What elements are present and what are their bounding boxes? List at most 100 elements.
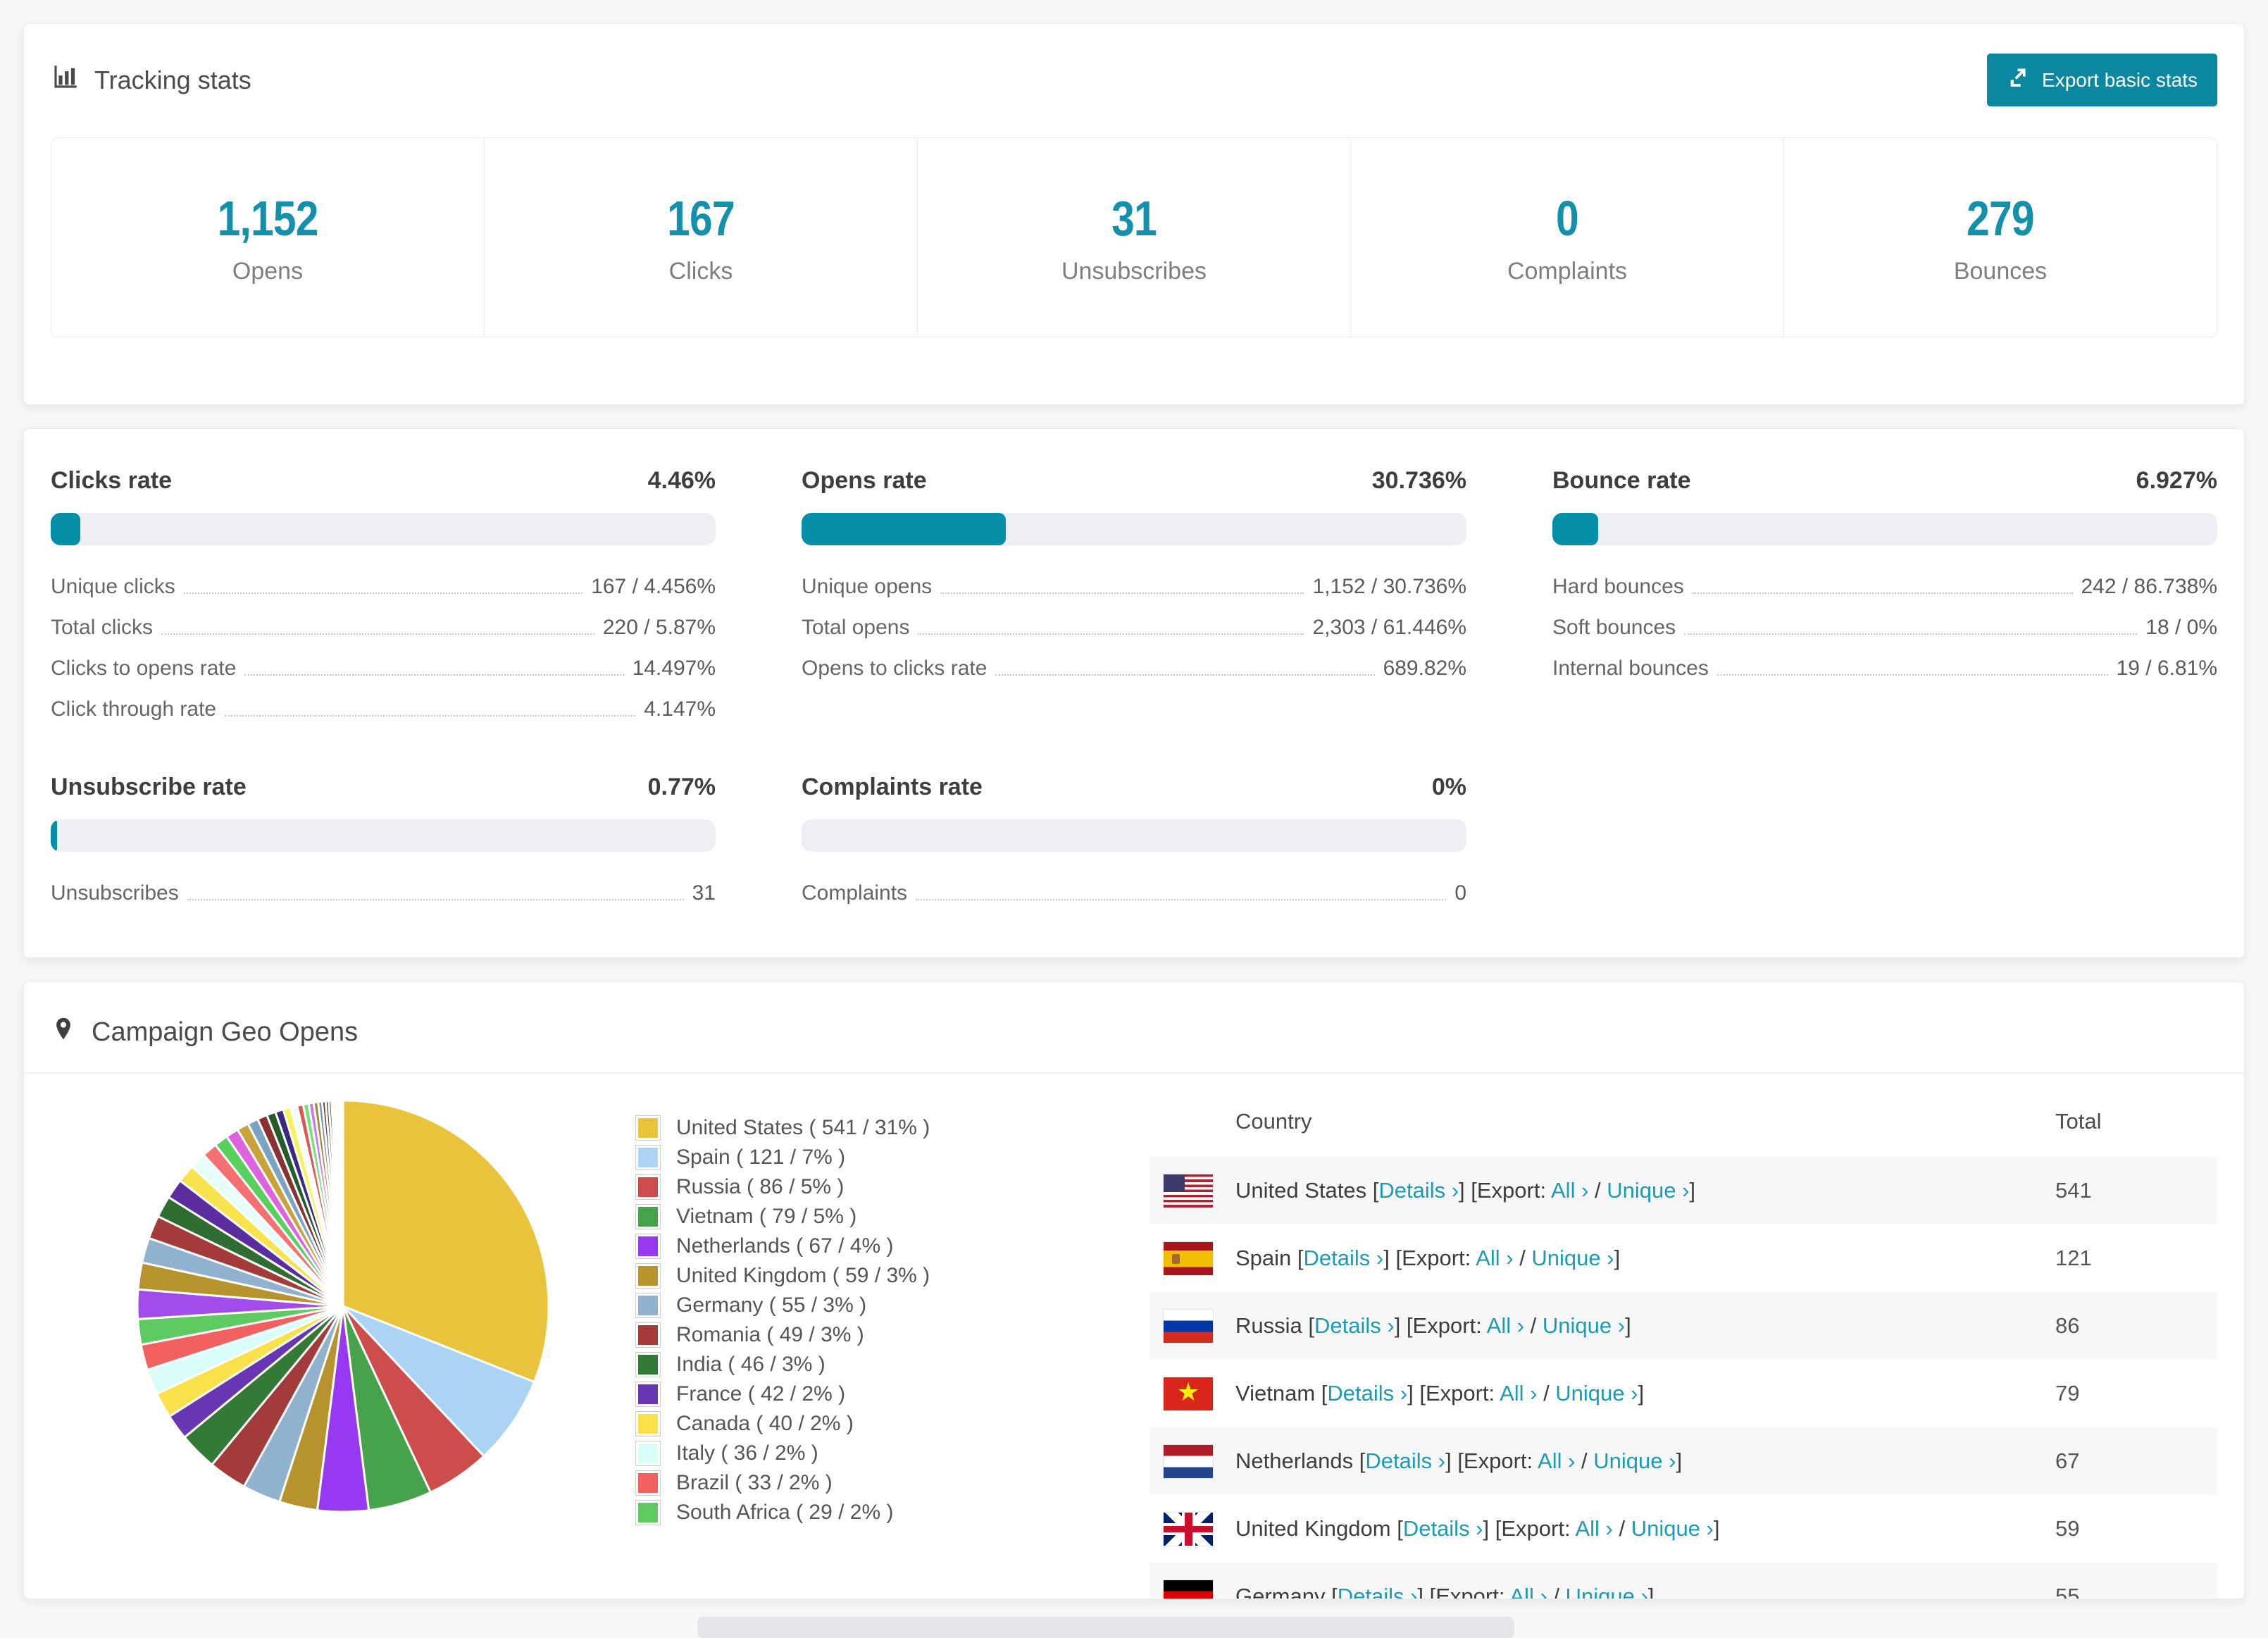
rate-section-header: Complaints rate 0% bbox=[802, 774, 1466, 801]
rate-detail-value: 14.497% bbox=[632, 657, 716, 680]
flag-nl-icon bbox=[1164, 1444, 1213, 1478]
country-cell: Spain [Details ›] [Export: All › / Uniqu… bbox=[1235, 1246, 1621, 1270]
dotted-leader bbox=[995, 674, 1375, 676]
legend-swatch bbox=[635, 1322, 661, 1348]
progress-bar-track bbox=[802, 819, 1466, 852]
rate-detail-value: 4.147% bbox=[644, 697, 716, 721]
table-row: Germany [Details ›] [Export: All › / Uni… bbox=[1149, 1563, 2217, 1599]
country-cell: Vietnam [Details ›] [Export: All › / Uni… bbox=[1235, 1381, 1645, 1406]
progress-bar-track bbox=[802, 513, 1466, 545]
rate-section-title: Clicks rate bbox=[51, 467, 172, 494]
export-unique-link[interactable]: Unique › bbox=[1555, 1381, 1638, 1406]
rates-card: Clicks rate 4.46% Unique clicks 167 / 4.… bbox=[23, 428, 2245, 958]
stat-label: Unsubscribes bbox=[1061, 257, 1207, 285]
total-cell: 121 bbox=[2055, 1246, 2092, 1270]
progress-bar-track bbox=[51, 513, 716, 545]
details-link[interactable]: Details › bbox=[1365, 1448, 1445, 1473]
pie-slice[interactable] bbox=[341, 1099, 344, 1308]
export-all-link[interactable]: All › bbox=[1575, 1516, 1612, 1541]
tracking-stats-card: Tracking stats Export basic stats 1,152 … bbox=[23, 23, 2245, 405]
country-cell: Germany [Details ›] [Export: All › / Uni… bbox=[1235, 1584, 2055, 1599]
legend-swatch bbox=[635, 1293, 661, 1318]
rate-detail-row: Unique opens 1,152 / 30.736% bbox=[802, 566, 1466, 607]
legend-label: United Kingdom ( 59 / 3% ) bbox=[676, 1264, 930, 1287]
export-unique-link[interactable]: Unique › bbox=[1531, 1246, 1614, 1270]
legend-swatch bbox=[635, 1234, 661, 1259]
export-all-link[interactable]: All › bbox=[1509, 1584, 1547, 1599]
rate-detail-label: Soft bounces bbox=[1552, 616, 1676, 639]
country-name: Vietnam bbox=[1235, 1381, 1316, 1406]
details-link[interactable]: Details › bbox=[1378, 1178, 1459, 1203]
stat-label: Opens bbox=[232, 257, 304, 285]
total-cell: 79 bbox=[2055, 1381, 2080, 1406]
details-link[interactable]: Details › bbox=[1314, 1313, 1395, 1338]
flag-us-icon bbox=[1164, 1174, 1213, 1208]
export-unique-link[interactable]: Unique › bbox=[1566, 1584, 1648, 1599]
details-link[interactable]: Details › bbox=[1304, 1246, 1384, 1270]
legend-label: India ( 46 / 3% ) bbox=[676, 1353, 825, 1376]
details-link[interactable]: Details › bbox=[1338, 1584, 1418, 1599]
rate-detail-value: 19 / 6.81% bbox=[2116, 657, 2217, 680]
rate-section: Bounce rate 6.927% Hard bounces 242 / 86… bbox=[1552, 467, 2217, 730]
legend-label: South Africa ( 29 / 2% ) bbox=[676, 1501, 894, 1524]
legend-item: France ( 42 / 2% ) bbox=[635, 1379, 1051, 1409]
geo-table: Country Total United States [Details ›] … bbox=[1149, 1086, 2217, 1599]
export-basic-stats-button[interactable]: Export basic stats bbox=[1987, 54, 2217, 106]
legend-label: Canada ( 40 / 2% ) bbox=[676, 1412, 854, 1435]
export-unique-link[interactable]: Unique › bbox=[1593, 1448, 1676, 1473]
legend-item: Italy ( 36 / 2% ) bbox=[635, 1439, 1051, 1468]
stat-value: 279 bbox=[1967, 190, 2034, 246]
legend-item: India ( 46 / 3% ) bbox=[635, 1350, 1051, 1379]
rate-detail-row: Opens to clicks rate 689.82% bbox=[802, 648, 1466, 689]
details-link[interactable]: Details › bbox=[1403, 1516, 1483, 1541]
rate-detail-row: Unique clicks 167 / 4.456% bbox=[51, 566, 716, 607]
export-all-link[interactable]: All › bbox=[1551, 1178, 1588, 1203]
export-icon bbox=[2007, 66, 2031, 94]
horizontal-scrollbar-thumb[interactable] bbox=[697, 1617, 1514, 1638]
rate-detail-label: Total clicks bbox=[51, 616, 154, 639]
geo-table-header: Country Total bbox=[1149, 1086, 2217, 1157]
rate-detail-row: Click through rate 4.147% bbox=[51, 689, 716, 730]
rate-detail-label: Complaints bbox=[802, 881, 908, 905]
tracking-stats-header: Tracking stats Export basic stats bbox=[51, 54, 2217, 106]
rate-detail-label: Opens to clicks rate bbox=[802, 657, 987, 680]
country-cell: United Kingdom [Details ›] [Export: All … bbox=[1235, 1516, 1720, 1541]
legend-swatch bbox=[635, 1382, 661, 1407]
rate-detail-label: Hard bounces bbox=[1552, 575, 1684, 598]
rate-section-value: 6.927% bbox=[2136, 467, 2217, 494]
rate-detail-label: Clicks to opens rate bbox=[51, 657, 237, 680]
stats-summary: 1,152 Opens 167 Clicks 31 Unsubscribes 0… bbox=[51, 137, 2217, 337]
legend-swatch bbox=[635, 1411, 661, 1437]
dotted-leader bbox=[1684, 633, 2138, 635]
stat-box: 1,152 Opens bbox=[51, 138, 485, 337]
legend-item: United Kingdom ( 59 / 3% ) bbox=[635, 1261, 1051, 1291]
stat-value: 0 bbox=[1556, 190, 1579, 246]
export-unique-link[interactable]: Unique › bbox=[1607, 1178, 1689, 1203]
export-all-link[interactable]: All › bbox=[1487, 1313, 1524, 1338]
legend-item: Vietnam ( 79 / 5% ) bbox=[635, 1202, 1051, 1231]
stat-box: 167 Clicks bbox=[485, 138, 918, 337]
legend-swatch bbox=[635, 1174, 661, 1200]
rate-detail-label: Unique clicks bbox=[51, 575, 175, 598]
export-unique-link[interactable]: Unique › bbox=[1631, 1516, 1714, 1541]
rate-section: Clicks rate 4.46% Unique clicks 167 / 4.… bbox=[51, 467, 716, 730]
rate-rows: Complaints 0 bbox=[802, 873, 1466, 914]
legend-swatch bbox=[635, 1263, 661, 1289]
country-name: United States bbox=[1235, 1178, 1367, 1203]
stat-label: Bounces bbox=[1953, 257, 2048, 285]
rate-section: Unsubscribe rate 0.77% Unsubscribes 31 bbox=[51, 774, 716, 914]
legend-item: Canada ( 40 / 2% ) bbox=[635, 1409, 1051, 1439]
details-link[interactable]: Details › bbox=[1327, 1381, 1407, 1406]
export-all-link[interactable]: All › bbox=[1538, 1448, 1575, 1473]
export-all-link[interactable]: All › bbox=[1476, 1246, 1513, 1270]
geo-pie-wrap bbox=[51, 1086, 635, 1518]
export-unique-link[interactable]: Unique › bbox=[1543, 1313, 1625, 1338]
dotted-leader bbox=[161, 633, 594, 635]
progress-bar-fill bbox=[51, 819, 57, 852]
rate-section-value: 30.736% bbox=[1371, 467, 1466, 494]
table-row: Russia [Details ›] [Export: All › / Uniq… bbox=[1149, 1292, 2217, 1360]
export-all-link[interactable]: All › bbox=[1500, 1381, 1537, 1406]
column-header-country: Country bbox=[1235, 1109, 1312, 1134]
country-name: Netherlands bbox=[1235, 1448, 1354, 1473]
legend-label: Russia ( 86 / 5% ) bbox=[676, 1175, 845, 1198]
